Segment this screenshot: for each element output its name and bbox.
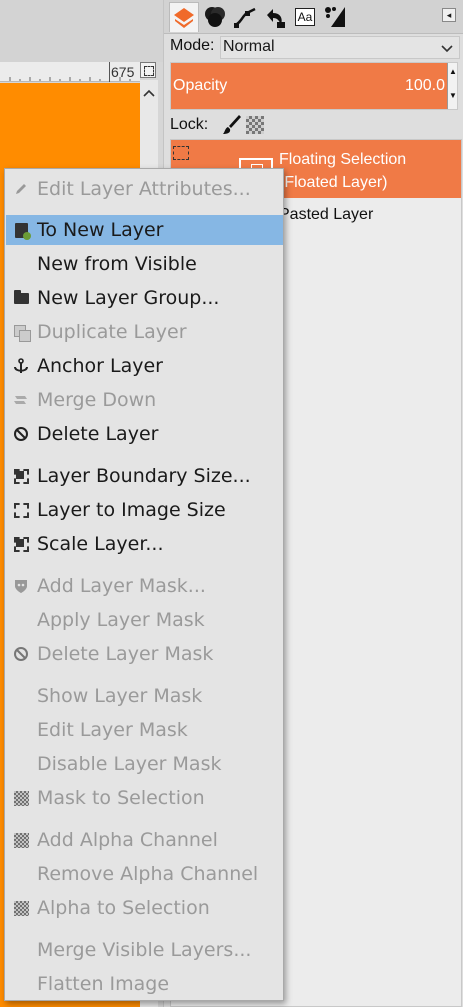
lock-label: Lock:	[170, 116, 209, 133]
horizontal-ruler[interactable]: 675	[0, 62, 140, 82]
menu-item-add-alpha-channel[interactable]: Add Alpha Channel	[6, 825, 283, 855]
delete-icon	[13, 646, 29, 662]
lock-alpha-icon[interactable]	[246, 116, 264, 134]
menu-item-new-layer-group[interactable]: New Layer Group...	[6, 283, 283, 313]
menu-item-alpha-to-selection[interactable]: Alpha to Selection	[6, 893, 283, 923]
canvas-top-background	[0, 0, 163, 62]
mode-value: Normal	[223, 38, 275, 55]
menu-item-merge-visible-layers[interactable]: Merge Visible Layers...	[6, 935, 283, 965]
dock-menu-button[interactable]: ◂	[442, 8, 456, 22]
scale-icon	[13, 536, 29, 552]
merge-down-icon	[13, 392, 29, 408]
tab-layers[interactable]	[169, 2, 199, 32]
menu-item-delete-layer-mask[interactable]: Delete Layer Mask	[6, 639, 283, 669]
layers-context-menu: Edit Layer Attributes... To New Layer Ne…	[4, 168, 284, 1001]
menu-item-anchor-layer[interactable]: Anchor Layer	[6, 351, 283, 381]
tab-fonts[interactable]: Aa	[290, 2, 320, 32]
spin-up-icon[interactable]: ▲	[449, 67, 457, 76]
tab-paths[interactable]	[230, 2, 260, 32]
anchor-icon	[13, 358, 29, 374]
menu-item-new-from-visible[interactable]: New from Visible	[6, 249, 283, 279]
undo-history-icon	[267, 9, 285, 28]
pencil-icon	[13, 181, 29, 197]
menu-item-delete-layer[interactable]: Delete Layer	[6, 419, 283, 449]
menu-item-duplicate-layer[interactable]: Duplicate Layer	[6, 317, 283, 347]
menu-item-show-layer-mask[interactable]: Show Layer Mask	[6, 681, 283, 711]
opacity-slider[interactable]: Opacity 100.0 ▲ ▼	[170, 62, 458, 110]
navigate-icon[interactable]	[140, 62, 156, 78]
alpha-icon	[13, 832, 29, 848]
folder-icon	[13, 289, 29, 306]
menu-item-edit-layer-mask[interactable]: Edit Layer Mask	[6, 715, 283, 745]
boundary-size-icon	[13, 468, 29, 484]
spin-down-icon[interactable]: ▼	[449, 91, 457, 100]
channels-icon	[205, 7, 225, 27]
mode-select[interactable]: Normal	[220, 36, 460, 59]
visibility-eye-icon[interactable]	[173, 146, 189, 160]
delete-icon	[13, 426, 29, 442]
layer-name[interactable]: Pasted Layer	[279, 206, 373, 224]
selection-icon	[13, 900, 29, 916]
new-layer-icon	[13, 222, 31, 240]
menu-item-add-layer-mask[interactable]: Add Layer Mask...	[6, 571, 283, 601]
dock-tab-row: Aa ◂	[164, 0, 463, 34]
layer-name[interactable]: Floating Selection (Floated Layer)	[279, 148, 459, 194]
menu-item-to-new-layer[interactable]: To New Layer	[6, 215, 283, 245]
fonts-icon: Aa	[294, 8, 316, 26]
chevron-up-icon[interactable]	[140, 86, 158, 100]
menu-item-apply-layer-mask[interactable]: Apply Layer Mask	[6, 605, 283, 635]
tab-undo-history[interactable]	[260, 2, 290, 32]
menu-item-mask-to-selection[interactable]: Mask to Selection	[6, 783, 283, 813]
tab-brushes[interactable]	[320, 2, 350, 32]
duplicate-icon	[13, 324, 31, 342]
lock-row: Lock:	[164, 113, 463, 137]
layers-icon	[174, 7, 194, 28]
mode-label: Mode:	[170, 37, 215, 54]
menu-item-layer-to-image-size[interactable]: Layer to Image Size	[6, 495, 283, 525]
menu-item-merge-down[interactable]: Merge Down	[6, 385, 283, 415]
menu-item-disable-layer-mask[interactable]: Disable Layer Mask	[6, 749, 283, 779]
opacity-label: Opacity	[173, 77, 228, 94]
selection-icon	[13, 790, 29, 806]
menu-item-layer-boundary-size[interactable]: Layer Boundary Size...	[6, 461, 283, 491]
menu-item-edit-layer-attributes[interactable]: Edit Layer Attributes...	[6, 174, 283, 204]
brushes-icon	[325, 7, 345, 27]
opacity-spin-buttons[interactable]: ▲ ▼	[447, 63, 457, 109]
opacity-value[interactable]: 100.0	[405, 77, 445, 95]
tab-channels[interactable]	[200, 2, 230, 32]
menu-item-flatten-image[interactable]: Flatten Image	[6, 969, 283, 999]
paths-icon	[234, 7, 256, 28]
layer-to-image-icon	[13, 502, 29, 518]
mode-row: Mode: Normal	[164, 34, 463, 60]
mask-icon	[13, 578, 29, 594]
lock-pixels-brush-icon[interactable]	[222, 114, 242, 136]
menu-item-scale-layer[interactable]: Scale Layer...	[6, 529, 283, 559]
chevron-down-icon	[441, 38, 453, 61]
ruler-ticks	[9, 77, 131, 81]
menu-item-remove-alpha-channel[interactable]: Remove Alpha Channel	[6, 859, 283, 889]
